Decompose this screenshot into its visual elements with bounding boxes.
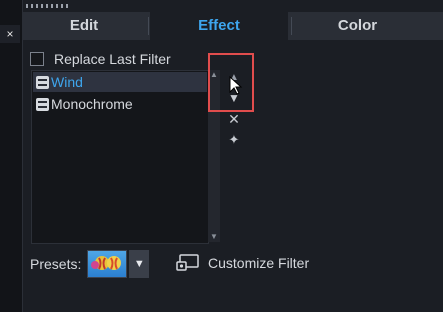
filter-list-item-monochrome[interactable]: Monochrome xyxy=(33,94,207,114)
customize-filter-label: Customize Filter xyxy=(208,255,310,271)
presets-label: Presets: xyxy=(30,256,82,272)
tab-divider xyxy=(148,17,149,35)
left-panel-strip: × xyxy=(0,0,23,312)
drag-handle[interactable] xyxy=(26,4,70,8)
remove-filter-button[interactable]: ✕ xyxy=(226,111,242,128)
tab-color[interactable]: Color xyxy=(294,12,421,40)
customize-filter-button[interactable]: Customize Filter xyxy=(176,252,309,274)
presets-dropdown-button[interactable]: ▼ xyxy=(129,250,150,278)
tab-bar: Edit Effect Color xyxy=(22,12,443,40)
filter-icon xyxy=(36,75,49,89)
tab-edit[interactable]: Edit xyxy=(22,12,146,40)
filter-icon xyxy=(36,97,49,111)
close-icon[interactable]: × xyxy=(0,25,20,43)
filter-label: Wind xyxy=(51,74,83,90)
replace-last-filter-label: Replace Last Filter xyxy=(54,51,171,67)
replace-last-filter-option[interactable]: Replace Last Filter xyxy=(30,49,171,69)
scroll-down-icon[interactable]: ▼ xyxy=(208,232,220,242)
tab-divider xyxy=(291,17,292,35)
customize-filter-icon xyxy=(176,254,199,271)
filter-list[interactable]: Wind Monochrome xyxy=(31,70,209,244)
filter-list-item-wind[interactable]: Wind xyxy=(33,72,207,92)
preset-thumbnail-balloon[interactable] xyxy=(87,250,128,278)
replace-last-filter-checkbox[interactable] xyxy=(30,52,44,66)
reset-filter-button[interactable]: ✦ xyxy=(226,132,242,148)
tab-effect[interactable]: Effect xyxy=(150,12,288,40)
presets-row: Presets: ▼ xyxy=(30,250,150,278)
filter-label: Monochrome xyxy=(51,96,133,112)
